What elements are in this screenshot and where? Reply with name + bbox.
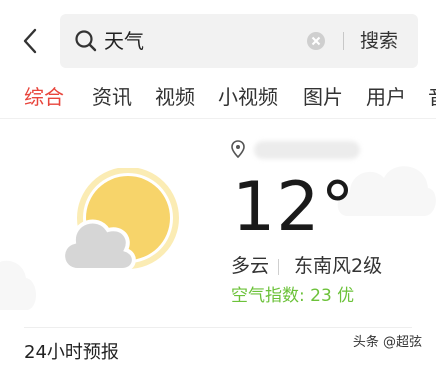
condition-divider — [278, 259, 279, 275]
section-divider — [24, 327, 412, 328]
weather-condition: 多云 — [231, 255, 270, 277]
tab-news[interactable]: 资讯 — [92, 83, 132, 111]
search-input[interactable]: 天气 — [104, 28, 144, 54]
hourly-forecast-title: 24小时预报 — [24, 342, 119, 363]
search-button[interactable]: 搜索 — [360, 28, 398, 54]
tab-video[interactable]: 视频 — [155, 83, 195, 111]
chevron-left-icon — [23, 28, 37, 54]
partly-cloudy-icon — [61, 168, 179, 272]
location-pin-icon — [231, 140, 245, 158]
temperature: 12° — [232, 168, 356, 247]
tab-music[interactable]: 音 — [428, 83, 436, 111]
top-bar: 天气 搜索 — [0, 0, 436, 78]
wind-info: 东南风2级 — [294, 255, 383, 277]
divider — [0, 118, 436, 119]
watermark: 头条 @超弦 — [352, 334, 422, 352]
tab-bar: 综合 资讯 视频 小视频 图片 用户 音 — [0, 80, 436, 120]
search-bar[interactable]: 天气 搜索 — [60, 14, 418, 68]
location-text-redacted — [254, 141, 360, 159]
search-icon — [75, 30, 97, 52]
clear-icon[interactable] — [306, 31, 326, 51]
tab-general[interactable]: 综合 — [24, 83, 64, 111]
tab-users[interactable]: 用户 — [366, 83, 406, 111]
tab-short-video[interactable]: 小视频 — [218, 83, 278, 111]
tab-images[interactable]: 图片 — [303, 83, 343, 111]
back-button[interactable] — [20, 26, 44, 56]
search-divider — [343, 32, 344, 50]
background-cloud-icon — [0, 260, 37, 310]
air-quality: 空气指数: 23 优 — [231, 286, 355, 306]
